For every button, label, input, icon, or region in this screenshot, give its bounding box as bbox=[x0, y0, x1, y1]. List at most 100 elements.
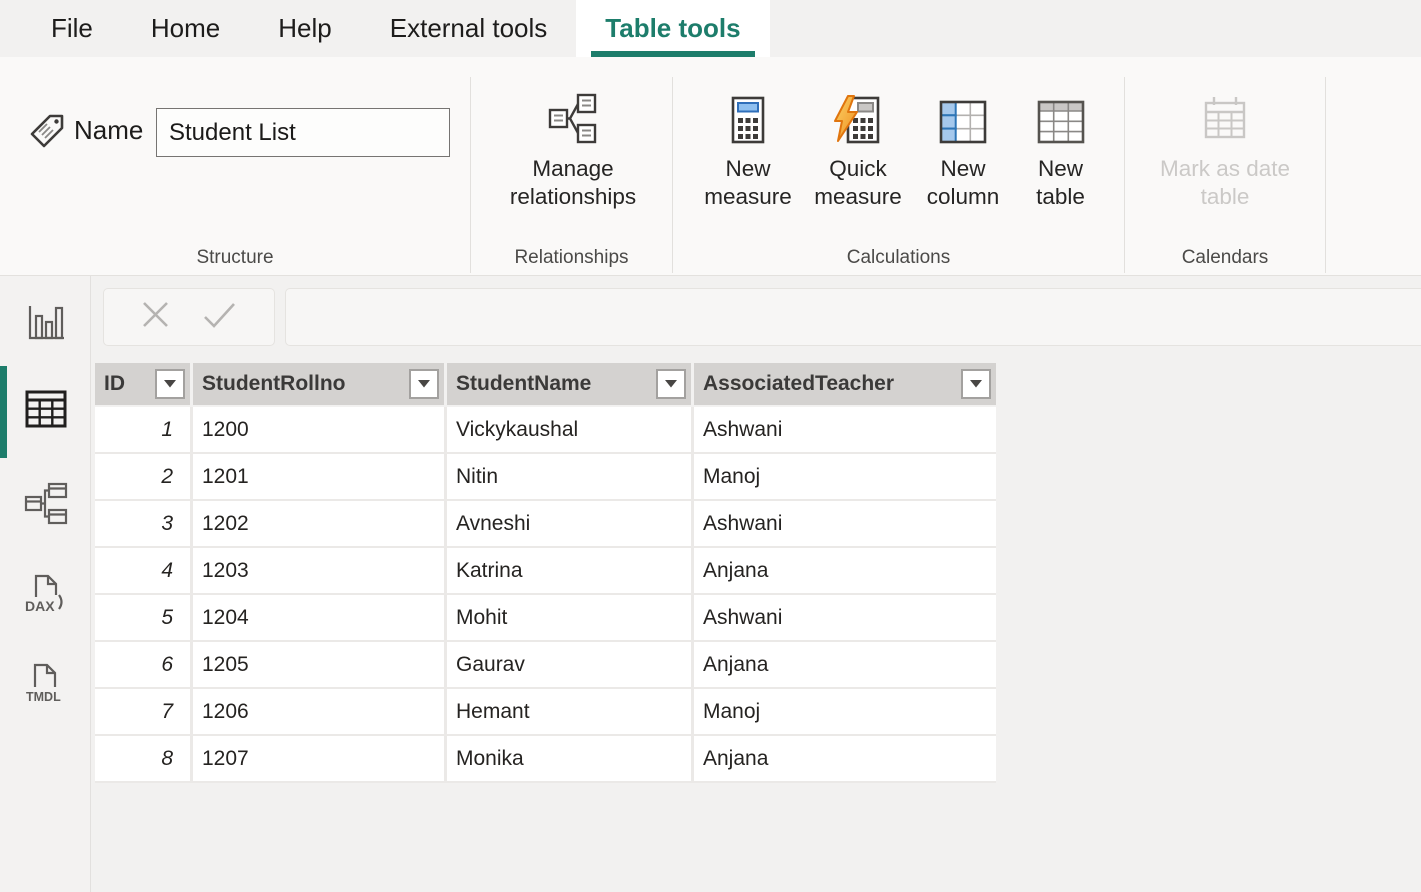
powerbi-window: File Home Help External tools Table tool… bbox=[0, 0, 1421, 892]
quick-measure-button[interactable]: Quick measure bbox=[803, 79, 913, 245]
svg-text:TMDL: TMDL bbox=[26, 690, 61, 704]
sidebar-item-model-view[interactable] bbox=[21, 481, 71, 531]
table-row: 51204MohitAshwani bbox=[95, 595, 996, 642]
cell-studentname[interactable]: Mohit bbox=[447, 595, 691, 640]
cell-id[interactable]: 6 bbox=[95, 642, 190, 687]
tmdl-view-icon: TMDL bbox=[23, 661, 69, 712]
new-table-grid-icon bbox=[1036, 79, 1086, 145]
data-table: ID StudentRollno StudentName bbox=[95, 363, 996, 783]
new-measure-label: New measure bbox=[693, 155, 803, 211]
column-dropdown-icon[interactable] bbox=[656, 369, 686, 399]
new-table-label: New table bbox=[1013, 155, 1108, 211]
tab-help[interactable]: Help bbox=[249, 0, 360, 57]
cell-id[interactable]: 2 bbox=[95, 454, 190, 499]
table-row: 81207MonikaAnjana bbox=[95, 736, 996, 783]
new-column-label: New column bbox=[908, 155, 1018, 211]
group-label-calendars: Calendars bbox=[1125, 247, 1325, 269]
cell-studentrollno[interactable]: 1201 bbox=[193, 454, 444, 499]
cell-studentname[interactable]: Monika bbox=[447, 736, 691, 781]
column-header-label: StudentName bbox=[447, 372, 656, 396]
table-row: 11200VickykaushalAshwani bbox=[95, 407, 996, 454]
calendar-icon bbox=[1198, 79, 1252, 145]
cell-associatedteacher[interactable]: Ashwani bbox=[694, 501, 996, 546]
sidebar-item-dax-view[interactable]: DAX bbox=[21, 571, 71, 621]
cell-studentrollno[interactable]: 1200 bbox=[193, 407, 444, 452]
column-dropdown-icon[interactable] bbox=[155, 369, 185, 399]
ribbon: Name Structure Manage relationships Rela… bbox=[0, 57, 1421, 276]
selected-view-indicator bbox=[0, 366, 7, 458]
cell-associatedteacher[interactable]: Anjana bbox=[694, 736, 996, 781]
cell-studentname[interactable]: Katrina bbox=[447, 548, 691, 593]
cell-studentname[interactable]: Nitin bbox=[447, 454, 691, 499]
tag-icon bbox=[27, 111, 67, 156]
cell-studentname[interactable]: Hemant bbox=[447, 689, 691, 734]
manage-relationships-button[interactable]: Manage relationships bbox=[493, 79, 653, 245]
cell-studentrollno[interactable]: 1206 bbox=[193, 689, 444, 734]
cell-associatedteacher[interactable]: Ashwani bbox=[694, 595, 996, 640]
column-header-id[interactable]: ID bbox=[95, 363, 190, 405]
cell-associatedteacher[interactable]: Anjana bbox=[694, 548, 996, 593]
tab-external-tools[interactable]: External tools bbox=[361, 0, 577, 57]
table-row: 21201NitinManoj bbox=[95, 454, 996, 501]
cell-id[interactable]: 3 bbox=[95, 501, 190, 546]
table-row: 41203KatrinaAnjana bbox=[95, 548, 996, 595]
new-column-button[interactable]: New column bbox=[908, 79, 1018, 245]
table-body: 11200VickykaushalAshwani21201NitinManoj3… bbox=[95, 407, 996, 783]
cell-id[interactable]: 8 bbox=[95, 736, 190, 781]
cell-studentname[interactable]: Avneshi bbox=[447, 501, 691, 546]
table-row: 61205GauravAnjana bbox=[95, 642, 996, 689]
cell-associatedteacher[interactable]: Ashwani bbox=[694, 407, 996, 452]
tab-table-tools[interactable]: Table tools bbox=[576, 0, 769, 57]
column-header-associatedteacher[interactable]: AssociatedTeacher bbox=[694, 363, 996, 405]
cell-id[interactable]: 5 bbox=[95, 595, 190, 640]
cell-studentname[interactable]: Gaurav bbox=[447, 642, 691, 687]
cell-studentrollno[interactable]: 1202 bbox=[193, 501, 444, 546]
table-name-input[interactable] bbox=[156, 108, 450, 157]
table-row: 31202AvneshiAshwani bbox=[95, 501, 996, 548]
manage-relationships-label: Manage relationships bbox=[493, 155, 653, 211]
cell-associatedteacher[interactable]: Manoj bbox=[694, 454, 996, 499]
cancel-x-icon bbox=[142, 301, 169, 333]
commit-check-icon bbox=[203, 301, 236, 334]
tab-home[interactable]: Home bbox=[122, 0, 249, 57]
group-separator bbox=[1325, 77, 1326, 273]
column-header-label: ID bbox=[95, 372, 155, 396]
cell-studentrollno[interactable]: 1203 bbox=[193, 548, 444, 593]
cell-studentrollno[interactable]: 1207 bbox=[193, 736, 444, 781]
cell-studentrollno[interactable]: 1205 bbox=[193, 642, 444, 687]
cell-studentname[interactable]: Vickykaushal bbox=[447, 407, 691, 452]
group-label-relationships: Relationships bbox=[471, 247, 672, 269]
cell-id[interactable]: 4 bbox=[95, 548, 190, 593]
name-label: Name bbox=[74, 115, 143, 146]
sidebar-item-table-view[interactable] bbox=[21, 386, 71, 436]
column-dropdown-icon[interactable] bbox=[409, 369, 439, 399]
quick-measure-label: Quick measure bbox=[803, 155, 913, 211]
formula-bar-input[interactable] bbox=[285, 288, 1421, 346]
sidebar-item-tmdl-view[interactable]: TMDL bbox=[21, 661, 71, 711]
svg-text:DAX: DAX bbox=[25, 598, 55, 614]
cell-id[interactable]: 1 bbox=[95, 407, 190, 452]
table-header-row: ID StudentRollno StudentName bbox=[95, 363, 996, 405]
view-sidebar: DAX TMDL bbox=[0, 276, 91, 892]
column-header-label: StudentRollno bbox=[193, 372, 409, 396]
manage-relationships-icon bbox=[547, 79, 599, 145]
group-separator bbox=[1124, 77, 1125, 273]
tab-file[interactable]: File bbox=[22, 0, 122, 57]
column-header-studentname[interactable]: StudentName bbox=[447, 363, 691, 405]
tab-table-tools-label: Table tools bbox=[605, 13, 740, 44]
column-header-studentrollno[interactable]: StudentRollno bbox=[193, 363, 444, 405]
new-table-button[interactable]: New table bbox=[1013, 79, 1108, 245]
cell-id[interactable]: 7 bbox=[95, 689, 190, 734]
cell-studentrollno[interactable]: 1204 bbox=[193, 595, 444, 640]
new-measure-button[interactable]: New measure bbox=[693, 79, 803, 245]
menu-bar: File Home Help External tools Table tool… bbox=[0, 0, 1421, 57]
cell-associatedteacher[interactable]: Anjana bbox=[694, 642, 996, 687]
cell-associatedteacher[interactable]: Manoj bbox=[694, 689, 996, 734]
dax-view-icon: DAX bbox=[23, 571, 69, 622]
formula-commit-group bbox=[103, 288, 275, 346]
sidebar-item-report-view[interactable] bbox=[21, 298, 71, 348]
table-view-icon bbox=[23, 386, 69, 437]
group-separator bbox=[672, 77, 673, 273]
column-dropdown-icon[interactable] bbox=[961, 369, 991, 399]
content-area: DAX TMDL bbox=[0, 276, 1421, 892]
